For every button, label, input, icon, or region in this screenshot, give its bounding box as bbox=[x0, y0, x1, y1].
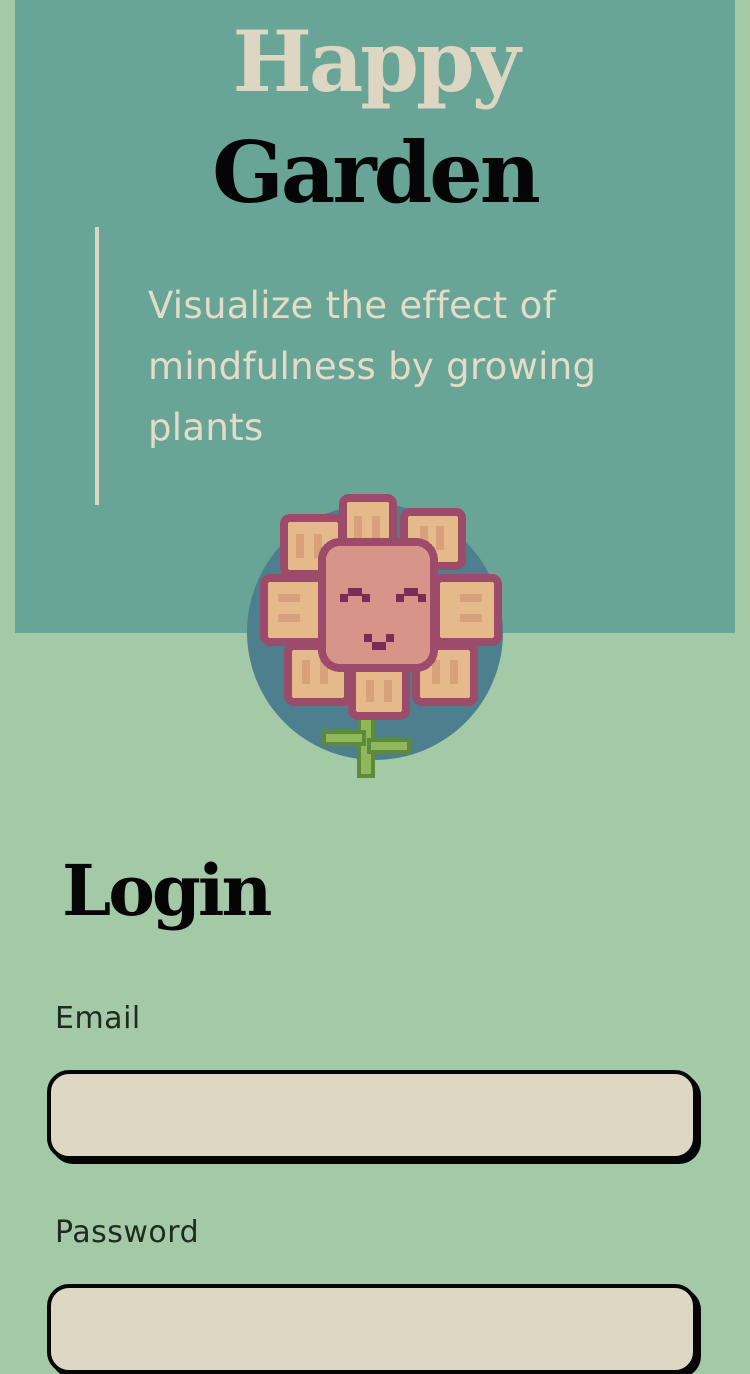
mascot-avatar bbox=[240, 490, 510, 780]
app-title-line-1: Happy bbox=[232, 12, 520, 111]
password-field[interactable] bbox=[47, 1284, 697, 1374]
app-title-line-2: Garden bbox=[212, 123, 541, 222]
tagline-accent-bar bbox=[95, 227, 99, 505]
email-field[interactable] bbox=[47, 1070, 697, 1160]
email-label: Email bbox=[55, 1001, 141, 1036]
password-label: Password bbox=[55, 1215, 200, 1250]
smiling-flower-icon bbox=[247, 494, 503, 778]
login-heading: Login bbox=[62, 849, 272, 932]
tagline: Visualize the effect of mindfulness by g… bbox=[148, 284, 597, 449]
